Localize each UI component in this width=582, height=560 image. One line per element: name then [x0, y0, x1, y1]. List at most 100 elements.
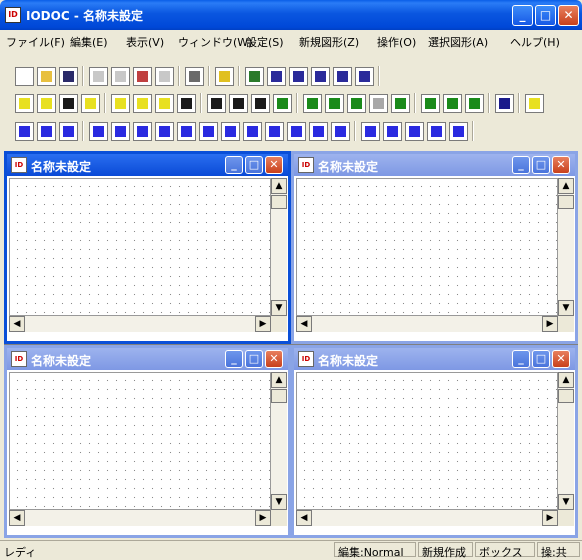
document-maximize-button[interactable]: □	[245, 156, 263, 174]
table-button[interactable]	[333, 67, 352, 86]
diamond-button[interactable]	[199, 122, 218, 141]
chart-button[interactable]	[273, 94, 292, 113]
hatch-button[interactable]	[59, 94, 78, 113]
scroll-right-button[interactable]: ▶	[542, 316, 558, 332]
maximize-button[interactable]: □	[535, 5, 556, 26]
document-window-3[interactable]: ID 名称未設定 _ □ ✕ ▲ ▼ ◀ ▶	[4, 345, 291, 538]
document-title-bar[interactable]: ID 名称未設定 _ □ ✕	[294, 154, 575, 176]
document-title-bar[interactable]: ID 名称未設定 _ □ ✕	[7, 348, 288, 370]
size-grip[interactable]	[558, 316, 574, 332]
document-close-button[interactable]: ✕	[265, 350, 283, 368]
menu-edit[interactable]: 編集(E)	[70, 34, 108, 50]
document-maximize-button[interactable]: □	[532, 350, 550, 368]
copy-shape-button[interactable]	[177, 94, 196, 113]
square-button[interactable]	[207, 94, 226, 113]
document-minimize-button[interactable]: _	[512, 156, 530, 174]
parallelogram-button[interactable]	[361, 122, 380, 141]
grid-button[interactable]	[15, 94, 34, 113]
tile-button[interactable]	[369, 94, 388, 113]
round-rect-button[interactable]	[177, 122, 196, 141]
document-title-bar[interactable]: ID 名称未設定 _ □ ✕	[7, 154, 288, 176]
document-maximize-button[interactable]: □	[532, 156, 550, 174]
vertical-scrollbar[interactable]: ▲ ▼	[558, 372, 574, 510]
image-button[interactable]	[245, 67, 264, 86]
drawing-canvas[interactable]	[296, 178, 558, 316]
menu-new-shape[interactable]: 新規図形(Z)	[299, 34, 359, 50]
cut-button[interactable]	[89, 67, 108, 86]
copy-button[interactable]	[111, 67, 130, 86]
zoom-in-button[interactable]	[111, 94, 130, 113]
zoom-button[interactable]	[289, 67, 308, 86]
menu-select-shape[interactable]: 選択図形(A)	[428, 34, 488, 50]
arrow-button[interactable]	[303, 94, 322, 113]
text-ab-button[interactable]	[37, 122, 56, 141]
scroll-right-button[interactable]: ▶	[255, 316, 271, 332]
cog-button[interactable]	[427, 122, 446, 141]
rect-button[interactable]	[133, 94, 152, 113]
text-az-button[interactable]	[59, 122, 78, 141]
merge-button[interactable]	[465, 94, 484, 113]
scroll-up-button[interactable]: ▲	[558, 372, 574, 388]
minimize-button[interactable]: _	[512, 5, 533, 26]
select-button[interactable]	[495, 94, 514, 113]
scroll-down-button[interactable]: ▼	[558, 494, 574, 510]
ellipse-button[interactable]	[221, 122, 240, 141]
vertical-scrollbar[interactable]: ▲ ▼	[558, 178, 574, 316]
document-close-button[interactable]: ✕	[552, 350, 570, 368]
vertical-scrollbar[interactable]: ▲ ▼	[271, 372, 287, 510]
horizontal-scrollbar[interactable]: ◀ ▶	[296, 510, 558, 526]
size-grip[interactable]	[271, 316, 287, 332]
bars-button[interactable]	[331, 122, 350, 141]
scroll-left-button[interactable]: ◀	[296, 510, 312, 526]
menu-settings[interactable]: 設定(S)	[246, 34, 284, 50]
save-button[interactable]	[59, 67, 78, 86]
scroll-left-button[interactable]: ◀	[9, 316, 25, 332]
vertical-scrollbar[interactable]: ▲ ▼	[271, 178, 287, 316]
document-close-button[interactable]: ✕	[265, 156, 283, 174]
document-close-button[interactable]: ✕	[552, 156, 570, 174]
scroll-right-button[interactable]: ▶	[255, 510, 271, 526]
move-button[interactable]	[325, 94, 344, 113]
document-minimize-button[interactable]: _	[225, 350, 243, 368]
menu-window[interactable]: ウィンドウ(W)	[178, 34, 252, 50]
tree-button[interactable]	[309, 122, 328, 141]
scroll-up-button[interactable]: ▲	[271, 178, 287, 194]
curve-button[interactable]	[383, 122, 402, 141]
cylinder-button[interactable]	[265, 122, 284, 141]
frame-button[interactable]	[311, 67, 330, 86]
size-grip[interactable]	[271, 510, 287, 526]
square-shape-button[interactable]	[155, 122, 174, 141]
horizontal-scrollbar[interactable]: ◀ ▶	[296, 316, 558, 332]
circle-button[interactable]	[405, 122, 424, 141]
new-button[interactable]	[15, 67, 34, 86]
diagonal-button[interactable]	[133, 122, 152, 141]
scroll-up-button[interactable]: ▲	[271, 372, 287, 388]
intersect-button[interactable]	[391, 94, 410, 113]
list-button[interactable]	[287, 122, 306, 141]
window-button[interactable]	[355, 67, 374, 86]
menu-file[interactable]: ファイル(F)	[6, 34, 65, 50]
vertical-scroll-thumb[interactable]	[558, 195, 574, 209]
spell-button[interactable]	[133, 67, 152, 86]
document-window-2[interactable]: ID 名称未設定 _ □ ✕ ▲ ▼ ◀ ▶	[291, 151, 578, 344]
document-minimize-button[interactable]: _	[512, 350, 530, 368]
help-button[interactable]	[215, 67, 234, 86]
text-a-button[interactable]	[15, 122, 34, 141]
cross-button[interactable]	[421, 94, 440, 113]
open-button[interactable]	[37, 67, 56, 86]
connect-button[interactable]	[525, 94, 544, 113]
scroll-down-button[interactable]: ▼	[558, 300, 574, 316]
vline-button[interactable]	[111, 122, 130, 141]
number-button[interactable]	[37, 94, 56, 113]
star-button[interactable]	[449, 122, 468, 141]
zoom-out-button[interactable]	[155, 94, 174, 113]
page-button[interactable]	[185, 67, 204, 86]
document-window-1[interactable]: ID 名称未設定 _ □ ✕ ▲ ▼ ◀ ▶	[4, 151, 291, 344]
group-button[interactable]	[347, 94, 366, 113]
menu-help[interactable]: ヘルプ(H)	[510, 34, 560, 50]
size-grip[interactable]	[558, 510, 574, 526]
drawing-canvas[interactable]	[9, 372, 271, 510]
scroll-down-button[interactable]: ▼	[271, 494, 287, 510]
square3-button[interactable]	[251, 94, 270, 113]
text-button[interactable]	[267, 67, 286, 86]
